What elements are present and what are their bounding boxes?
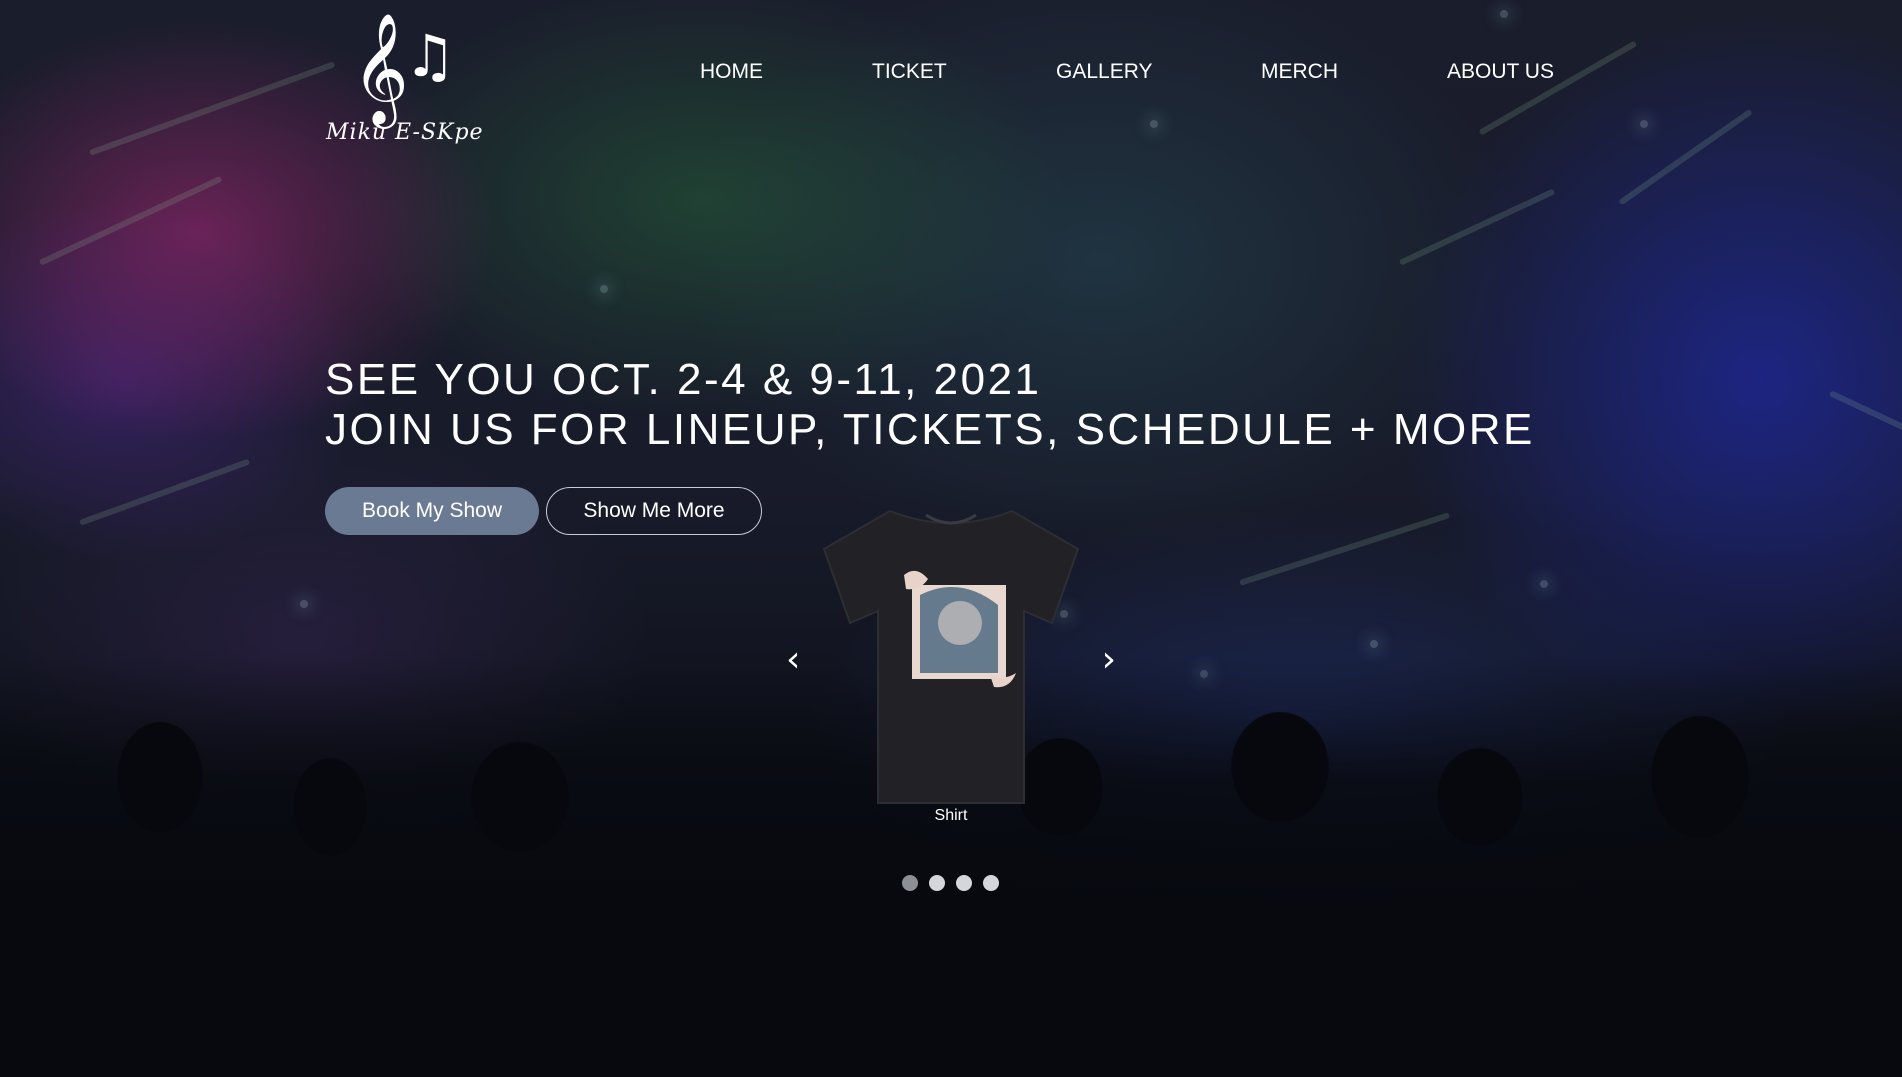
book-my-show-button[interactable]: Book My Show [325,487,539,535]
carousel-dot[interactable] [983,875,999,891]
logo-text: Miku E-SKpe [326,120,484,145]
carousel-dot[interactable] [956,875,972,891]
shirt-image[interactable] [820,505,1082,805]
carousel-next-icon[interactable]: › [1102,640,1116,680]
carousel-dot[interactable] [902,875,918,891]
carousel-indicators [902,875,999,891]
music-notes-icon: ♫ [404,22,456,90]
hero-headline-dates: SEE YOU OCT. 2-4 & 9-11, 2021 [325,355,1042,404]
nav-item-home[interactable]: HOME [700,60,763,84]
show-me-more-button[interactable]: Show Me More [546,487,762,535]
hero-headline-join: JOIN US FOR LINEUP, TICKETS, SCHEDULE + … [325,405,1535,454]
merch-carousel: ‹ › Shirt [776,505,1126,885]
treble-clef-icon: 𝄞 [352,12,409,124]
carousel-caption: Shirt [934,807,968,824]
brand-logo[interactable]: 𝄞 ♫ Miku E-SKpe [322,12,483,158]
nav-item-gallery[interactable]: GALLERY [1056,60,1153,84]
nav-item-ticket[interactable]: TICKET [872,60,947,84]
carousel-prev-icon[interactable]: ‹ [786,640,800,680]
nav-item-about-us[interactable]: ABOUT US [1447,60,1554,84]
nav-item-merch[interactable]: MERCH [1261,60,1338,84]
carousel-dot[interactable] [929,875,945,891]
